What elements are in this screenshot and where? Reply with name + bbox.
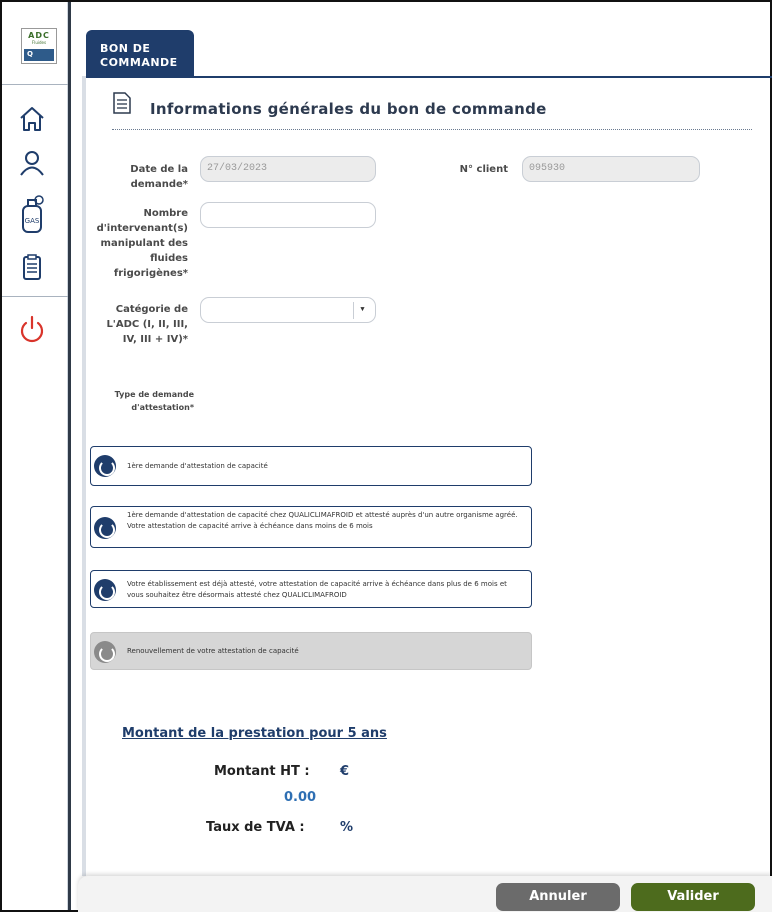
date-label: Date de la demande* bbox=[130, 164, 188, 190]
radio-icon[interactable] bbox=[94, 579, 116, 601]
option-first-request-other-org[interactable]: 1ère demande d'attestation de capacité c… bbox=[90, 506, 532, 548]
sidebar-separator bbox=[2, 84, 68, 85]
amount-ht-label: Montant HT : bbox=[214, 764, 310, 779]
cancel-button[interactable]: Annuler bbox=[496, 883, 620, 911]
tva-label: Taux de TVA : bbox=[206, 820, 305, 835]
intervenants-input[interactable] bbox=[200, 202, 376, 228]
validate-button[interactable]: Valider bbox=[631, 883, 755, 911]
section-divider bbox=[112, 129, 752, 130]
logo-badge: Q bbox=[24, 49, 54, 61]
radio-icon bbox=[94, 641, 116, 663]
client-number-field: 095930 bbox=[522, 156, 700, 182]
type-label: Type de demande d'attestation* bbox=[114, 390, 194, 412]
sidebar-separator bbox=[2, 296, 68, 297]
option-text: Votre établissement est déjà attesté, vo… bbox=[127, 580, 507, 599]
client-label: N° client bbox=[459, 164, 508, 175]
content-border bbox=[82, 76, 86, 876]
radio-icon[interactable] bbox=[94, 517, 116, 539]
amount-title: Montant de la prestation pour 5 ans bbox=[122, 726, 387, 741]
option-text: 1ère demande d'attestation de capacité c… bbox=[127, 511, 518, 530]
tab-bon-de-commande[interactable]: BON DE COMMANDE bbox=[86, 30, 194, 76]
date-field: 27/03/2023 bbox=[200, 156, 376, 182]
sidebar-divider bbox=[68, 2, 71, 910]
category-label: Catégorie de L'ADC (I, II, III, IV, III … bbox=[106, 304, 188, 345]
logo-badge-text: Q bbox=[27, 50, 33, 58]
tab-bar bbox=[82, 76, 772, 78]
section-title: Informations générales du bon de command… bbox=[150, 100, 547, 118]
logo-text: ADC bbox=[28, 31, 50, 40]
option-already-certified[interactable]: Votre établissement est déjà attesté, vo… bbox=[90, 570, 532, 608]
sidebar bbox=[2, 2, 68, 910]
tva-unit: % bbox=[340, 820, 354, 835]
category-select[interactable]: ▼ bbox=[200, 297, 376, 323]
chevron-down-icon[interactable]: ▼ bbox=[353, 302, 371, 319]
logo-subtext: Fluides bbox=[31, 40, 47, 45]
option-first-request[interactable]: 1ère demande d'attestation de capacité bbox=[90, 446, 532, 486]
intervenants-label: Nombre d'intervenant(s) manipulant des f… bbox=[96, 208, 188, 279]
radio-icon[interactable] bbox=[94, 455, 116, 477]
adc-logo[interactable]: ADC Fluides Q bbox=[21, 28, 57, 64]
user-icon[interactable] bbox=[17, 148, 47, 178]
amount-ht-unit: € bbox=[340, 764, 350, 779]
document-icon bbox=[113, 92, 131, 114]
footer-bar: Annuler Valider bbox=[78, 876, 772, 912]
home-icon[interactable] bbox=[17, 104, 47, 134]
tab-label: BON DE COMMANDE bbox=[100, 42, 178, 69]
option-renewal: Renouvellement de votre attestation de c… bbox=[90, 632, 532, 670]
option-text: Renouvellement de votre attestation de c… bbox=[127, 647, 299, 655]
amount-ht-value: 0.00 bbox=[284, 790, 317, 805]
option-text: 1ère demande d'attestation de capacité bbox=[127, 462, 268, 470]
